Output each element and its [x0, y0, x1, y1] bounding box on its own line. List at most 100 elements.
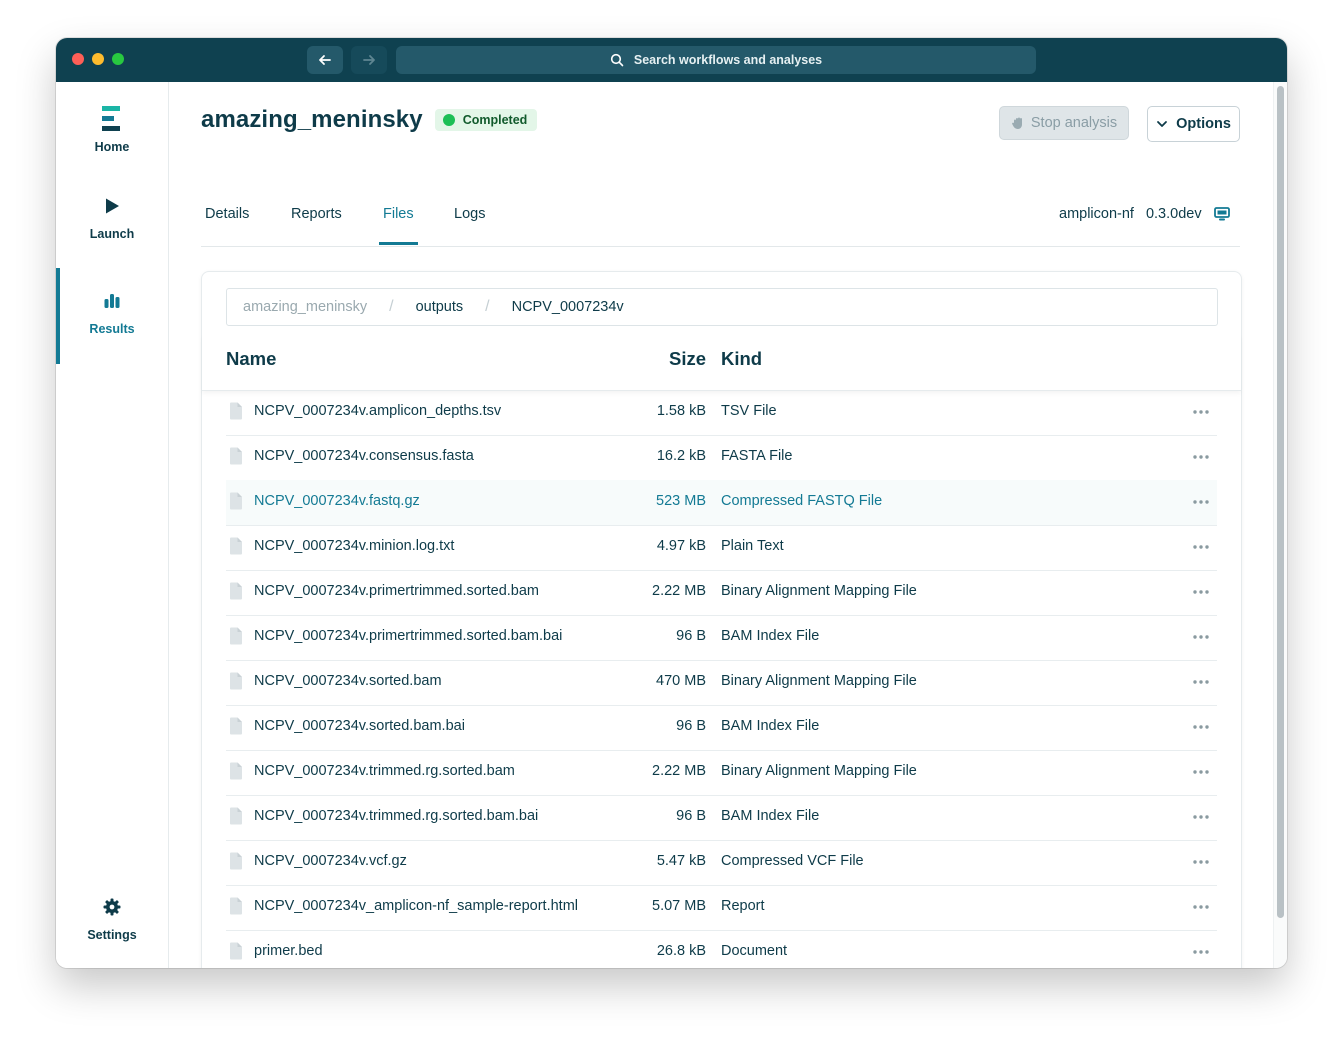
row-actions-button[interactable]	[1192, 583, 1210, 605]
file-name[interactable]: NCPV_0007234v.vcf.gz	[254, 853, 407, 869]
sidebar-item-launch[interactable]: Launch	[56, 191, 168, 281]
table-row[interactable]: NCPV_0007234v.consensus.fasta 16.2 kB FAST…	[226, 435, 1217, 481]
breadcrumb-item[interactable]: amazing_meninsky	[243, 299, 367, 315]
file-name[interactable]: NCPV_0007234v.sorted.bam	[254, 673, 442, 689]
file-size: 26.8 kB	[656, 943, 706, 959]
row-actions-button[interactable]	[1192, 853, 1210, 875]
tab-details[interactable]: Details	[205, 206, 249, 222]
sidebar-item-home[interactable]: Home	[56, 104, 168, 194]
tab-reports[interactable]: Reports	[291, 206, 342, 222]
row-actions-button[interactable]	[1192, 448, 1210, 470]
scrollbar[interactable]	[1273, 82, 1287, 968]
title-bar: Search workflows and analyses	[56, 38, 1287, 82]
row-actions-button[interactable]	[1192, 628, 1210, 650]
table-header: Name Size Kind	[202, 334, 1241, 391]
file-name[interactable]: NCPV_0007234v.primertrimmed.sorted.bam.b…	[254, 628, 562, 644]
column-header-name[interactable]: Name	[226, 348, 276, 370]
app-logo-icon	[102, 106, 120, 131]
more-icon	[1193, 905, 1209, 909]
table-row[interactable]: NCPV_0007234v.sorted.bam.bai 96 B BAM Inde…	[226, 705, 1217, 751]
table-row[interactable]: NCPV_0007234v.primertrimmed.sorted.bam.b…	[226, 615, 1217, 661]
tab-logs[interactable]: Logs	[454, 206, 485, 222]
file-size: 470 MB	[656, 673, 706, 689]
file-name[interactable]: primer.bed	[254, 943, 323, 959]
options-button[interactable]: Options	[1147, 106, 1240, 142]
hand-icon	[1012, 117, 1022, 129]
table-row[interactable]: NCPV_0007234v_amplicon-nf_sample-report.…	[226, 885, 1217, 931]
table-row[interactable]: NCPV_0007234v.amplicon_depths.tsv 1.58 kB…	[226, 390, 1217, 436]
more-icon	[1193, 770, 1209, 774]
table-row[interactable]: NCPV_0007234v.primertrimmed.sorted.bam 2.…	[226, 570, 1217, 616]
file-size: 2.22 MB	[652, 763, 706, 779]
row-actions-button[interactable]	[1192, 943, 1210, 965]
forward-button[interactable]	[351, 46, 387, 74]
sidebar-item-results[interactable]: Results	[56, 286, 168, 376]
file-size: 2.22 MB	[652, 583, 706, 599]
row-actions-button[interactable]	[1192, 493, 1210, 515]
sidebar-item-label: Launch	[89, 227, 135, 241]
breadcrumb-item[interactable]: NCPV_0007234v	[512, 299, 624, 315]
arrow-left-icon	[319, 55, 331, 65]
more-icon	[1193, 950, 1209, 954]
status-badge: Completed	[434, 109, 538, 131]
arrow-right-icon	[363, 55, 375, 65]
table-row[interactable]: NCPV_0007234v.trimmed.rg.sorted.bam.bai 9…	[226, 795, 1217, 841]
close-window-button[interactable]	[72, 53, 84, 65]
sidebar-item-label: Results	[89, 322, 135, 336]
file-size: 523 MB	[656, 493, 706, 509]
monitor-icon[interactable]	[1213, 207, 1230, 221]
search-input[interactable]: Search workflows and analyses	[396, 46, 1036, 74]
file-name[interactable]: NCPV_0007234v.fastq.gz	[254, 493, 420, 509]
file-name[interactable]: NCPV_0007234v.trimmed.rg.sorted.bam.bai	[254, 808, 538, 824]
files-panel: amazing_meninsky / outputs / NCPV_000723…	[201, 271, 1242, 968]
file-icon	[230, 537, 242, 555]
table-row[interactable]: primer.bed 26.8 kB Document	[226, 930, 1217, 968]
sidebar-item-settings[interactable]: Settings	[56, 892, 168, 968]
file-name[interactable]: NCPV_0007234v.trimmed.rg.sorted.bam	[254, 763, 515, 779]
pipeline-name: amplicon-nf	[1059, 206, 1134, 222]
row-actions-button[interactable]	[1192, 808, 1210, 830]
row-actions-button[interactable]	[1192, 673, 1210, 695]
file-name[interactable]: NCPV_0007234v.primertrimmed.sorted.bam	[254, 583, 539, 599]
file-kind: Binary Alignment Mapping File	[721, 583, 917, 599]
file-size: 96 B	[676, 808, 706, 824]
stop-analysis-button[interactable]: Stop analysis	[999, 106, 1129, 140]
file-name[interactable]: NCPV_0007234v.minion.log.txt	[254, 538, 454, 554]
tab-files[interactable]: Files	[383, 206, 414, 222]
file-kind: Document	[721, 943, 788, 959]
file-icon	[230, 492, 242, 510]
zoom-window-button[interactable]	[112, 53, 124, 65]
row-actions-button[interactable]	[1192, 718, 1210, 740]
minimize-window-button[interactable]	[92, 53, 104, 65]
file-name[interactable]: NCPV_0007234v_amplicon-nf_sample-report.…	[254, 898, 578, 914]
file-kind: BAM Index File	[721, 628, 820, 644]
column-header-size[interactable]: Size	[669, 348, 706, 370]
back-button[interactable]	[307, 46, 343, 74]
app-window: Search workflows and analyses Home Launc…	[56, 38, 1287, 968]
file-name[interactable]: NCPV_0007234v.amplicon_depths.tsv	[254, 403, 501, 419]
search-placeholder: Search workflows and analyses	[633, 53, 823, 67]
table-row[interactable]: NCPV_0007234v.sorted.bam 470 MB Binary Ali…	[226, 660, 1217, 706]
table-row[interactable]: NCPV_0007234v.vcf.gz 5.47 kB Compressed VC…	[226, 840, 1217, 886]
table-row[interactable]: NCPV_0007234v.fastq.gz 523 MB Compressed F…	[226, 480, 1217, 526]
file-kind: Binary Alignment Mapping File	[721, 673, 917, 689]
row-actions-button[interactable]	[1192, 763, 1210, 785]
breadcrumb-item[interactable]: outputs	[416, 299, 464, 315]
file-name[interactable]: NCPV_0007234v.sorted.bam.bai	[254, 718, 465, 734]
table-row[interactable]: NCPV_0007234v.minion.log.txt 4.97 kB Plain…	[226, 525, 1217, 571]
file-icon-wrap	[229, 717, 243, 739]
file-icon-wrap	[229, 672, 243, 694]
row-actions-button[interactable]	[1192, 538, 1210, 560]
more-icon	[1193, 815, 1209, 819]
table-row[interactable]: NCPV_0007234v.trimmed.rg.sorted.bam 2.22 …	[226, 750, 1217, 796]
column-header-kind[interactable]: Kind	[721, 348, 762, 370]
file-size: 4.97 kB	[656, 538, 706, 554]
row-actions-button[interactable]	[1192, 898, 1210, 920]
file-icon-wrap	[229, 582, 243, 604]
sidebar-item-label: Settings	[87, 928, 137, 942]
file-name[interactable]: NCPV_0007234v.consensus.fasta	[254, 448, 474, 464]
row-actions-button[interactable]	[1192, 403, 1210, 425]
more-icon	[1193, 680, 1209, 684]
scrollbar-thumb[interactable]	[1277, 86, 1284, 918]
file-size: 96 B	[676, 628, 706, 644]
